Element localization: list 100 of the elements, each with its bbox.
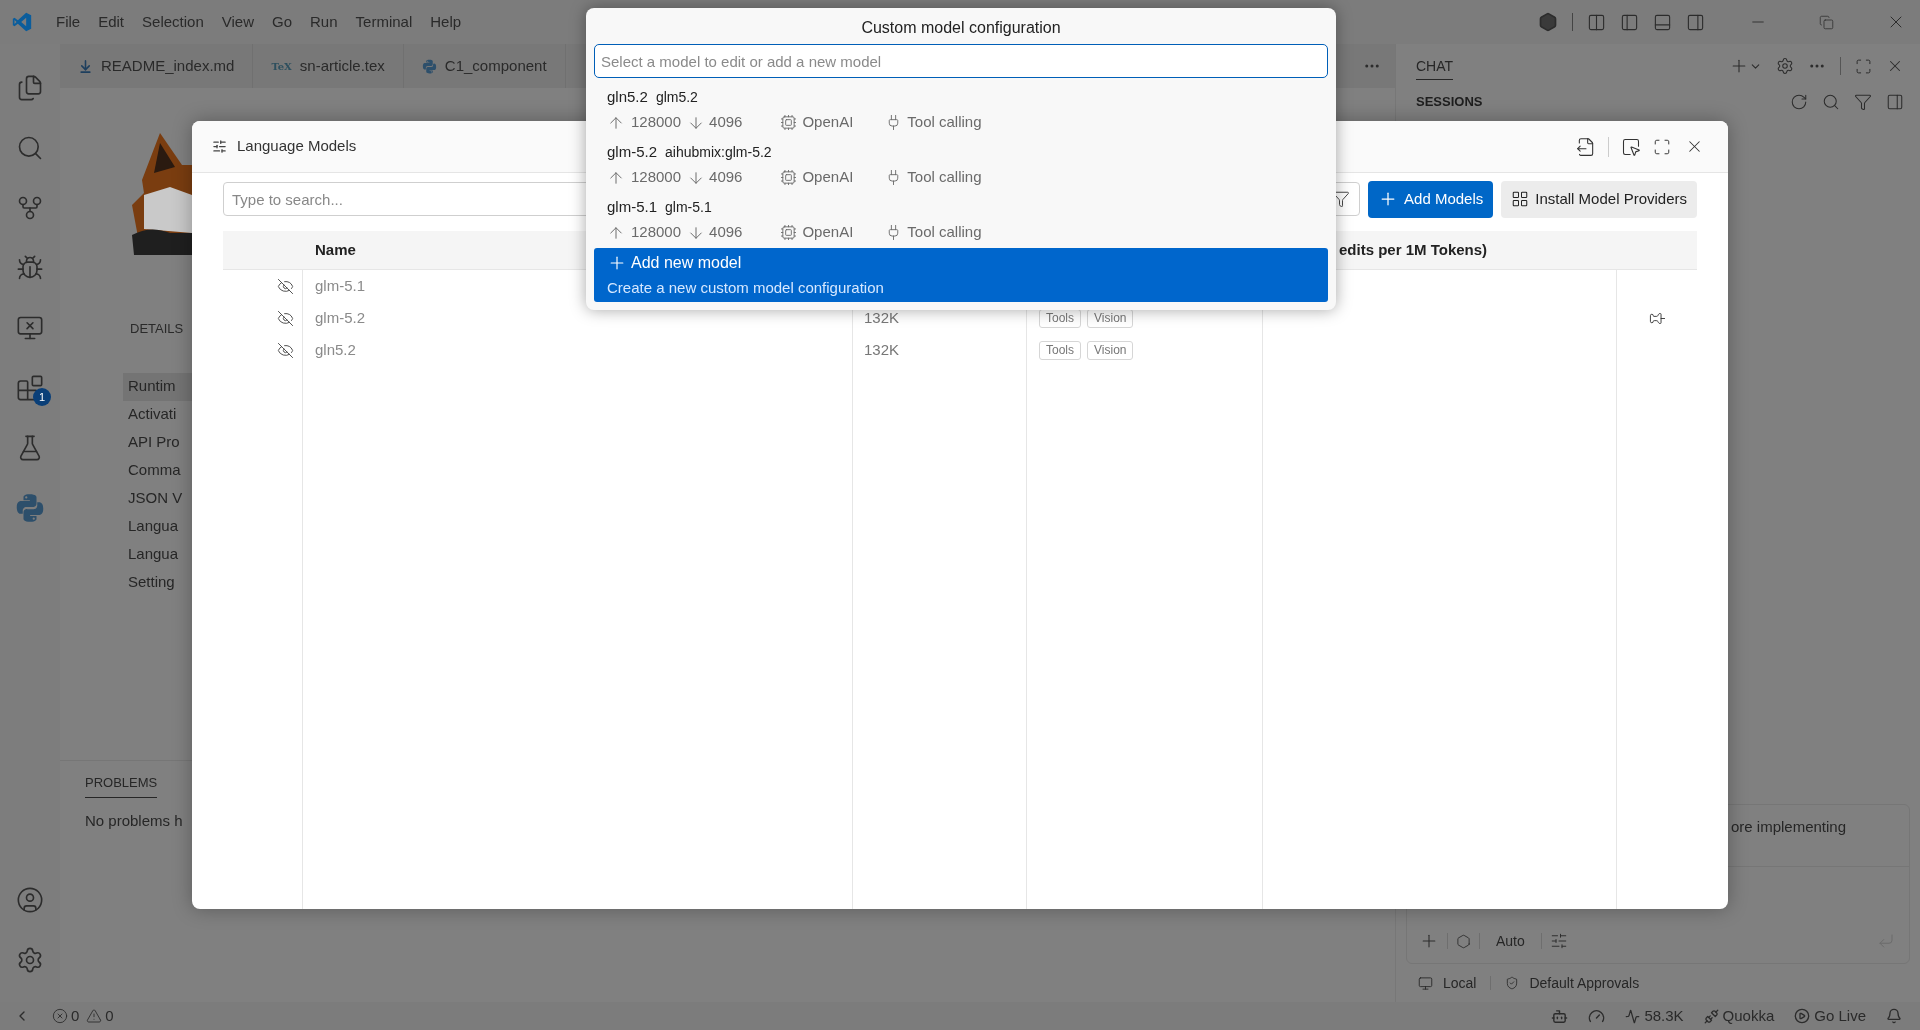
sliders-icon[interactable] [1549, 932, 1568, 950]
column-header[interactable]: edits per 1M Tokens) [1339, 238, 1488, 262]
model-search-field[interactable]: Select a model to edit or add a new model [594, 44, 1328, 78]
model-label: glm-5.2 [607, 142, 658, 163]
model-list-item[interactable]: glm-5.1 glm-5.1 128000 4096 OpenAI Tool calling [594, 193, 1328, 248]
extensions-icon[interactable] [16, 374, 44, 402]
filter-icon[interactable] [1854, 93, 1872, 111]
status-item[interactable]: Quokka [1695, 1004, 1783, 1028]
editor-tab[interactable]: TeX sn-article.tex [253, 44, 404, 88]
pulse-icon [1625, 1008, 1641, 1024]
install-providers-button[interactable]: Install Model Providers [1501, 180, 1697, 218]
model-id: glm-5.1 [665, 198, 712, 217]
output-tokens: 4096 [709, 112, 743, 133]
hexagon-icon[interactable] [1538, 12, 1558, 32]
layout-icon[interactable] [1587, 12, 1606, 32]
capability-label: Tool calling [907, 112, 982, 133]
chip-icon [780, 224, 798, 241]
quick-pick-title: Custom model configuration [860, 18, 1062, 38]
python-icon [421, 58, 437, 74]
output-tokens: 4096 [709, 167, 743, 188]
menu-item[interactable]: Terminal [349, 10, 419, 34]
select-icon[interactable] [1621, 136, 1641, 157]
notification-badge: 1 [33, 388, 51, 406]
tex-icon: TeX [271, 58, 292, 74]
menu-item[interactable]: Go [266, 10, 298, 34]
explorer-icon[interactable] [16, 74, 44, 102]
capability-tag: Vision [1087, 340, 1134, 360]
menu-item[interactable]: Help [424, 10, 468, 34]
capability-tag: Tools [1039, 340, 1081, 360]
settings-icon[interactable] [16, 946, 44, 974]
eye-off-icon[interactable] [277, 341, 294, 359]
settings-icon[interactable] [1776, 57, 1794, 75]
model-id: glm5.2 [655, 88, 698, 107]
chat-footer-item[interactable]: Default Approvals [1505, 972, 1640, 994]
warning-icon [86, 1008, 103, 1024]
search-icon[interactable] [16, 134, 44, 162]
toggle-sidebar-icon[interactable] [1620, 12, 1639, 32]
app-logo-icon [12, 12, 32, 32]
menu-item[interactable]: View [215, 10, 260, 34]
chat-message: ore implementing [1731, 818, 1847, 835]
problems-status[interactable]: 0 0 [52, 1004, 114, 1028]
blocks-icon [1511, 190, 1530, 208]
add-models-button[interactable]: Add Models [1368, 180, 1494, 218]
search-icon[interactable] [1822, 93, 1840, 111]
add-new-model-detail: Create a new custom model configuration [607, 277, 885, 298]
model-list-item[interactable]: glm-5.2 aihubmix:glm-5.2 128000 4096 OpenAI Tool calling [594, 138, 1328, 193]
fullscreen-icon[interactable] [1653, 137, 1671, 156]
maximize-icon[interactable] [1855, 57, 1872, 75]
add-new-model-item[interactable]: Add new model Create a new custom model configuration [594, 248, 1328, 302]
column-header[interactable]: Name [315, 238, 356, 262]
provider-label: OpenAI [802, 112, 854, 133]
play-icon [1794, 1008, 1811, 1024]
python-icon [15, 493, 45, 523]
input-tokens: 128000 [631, 222, 682, 243]
menu-item[interactable]: Run [304, 10, 344, 34]
model-list-item[interactable]: gln5.2 glm5.2 128000 4096 OpenAI Tool calling [594, 83, 1328, 138]
bell-icon[interactable] [1886, 1008, 1902, 1024]
chip-icon [780, 114, 798, 131]
capability-label: Tool calling [907, 222, 982, 243]
sessions-heading: SESSIONS [1416, 93, 1483, 112]
input-tokens: 128000 [631, 167, 682, 188]
editor-tab[interactable]: README_index.md [60, 44, 254, 88]
menu-item[interactable]: Edit [92, 10, 131, 34]
model-label: glm-5.1 [607, 197, 658, 218]
panel-tab[interactable]: PROBLEMS [85, 773, 158, 798]
mode-picker[interactable]: Auto [1488, 930, 1533, 952]
menu-item[interactable]: File [50, 10, 87, 34]
dialog-title: Language Models [237, 136, 357, 157]
eye-off-icon[interactable] [277, 309, 294, 327]
panel-icon[interactable] [1886, 93, 1904, 111]
context-size: 132K [864, 307, 900, 328]
toggle-panel-icon[interactable] [1653, 12, 1672, 32]
sliders-icon [212, 139, 227, 154]
capability-label: Tool calling [907, 167, 982, 188]
chat-tab[interactable]: CHAT [1416, 52, 1454, 80]
status-item[interactable]: Go Live [1786, 1004, 1874, 1028]
status-item[interactable]: 58.3K [1617, 1004, 1692, 1028]
run-debug-icon[interactable] [16, 254, 44, 282]
refresh-icon[interactable] [1790, 93, 1808, 111]
menu-item[interactable]: Selection [136, 10, 210, 34]
remote-explorer-icon[interactable] [16, 314, 44, 342]
add-new-model-label: Add new model [631, 252, 742, 273]
input-tokens: 128000 [631, 112, 682, 133]
toggle-secondary-sidebar-icon[interactable] [1686, 12, 1705, 32]
gauge-icon[interactable] [1588, 1007, 1606, 1025]
source-control-icon[interactable] [16, 194, 44, 222]
output-tokens: 4096 [709, 222, 743, 243]
model-id: aihubmix:glm-5.2 [665, 143, 772, 162]
shield-icon [1505, 976, 1520, 990]
export-icon[interactable] [1576, 136, 1596, 157]
account-icon[interactable] [16, 886, 44, 914]
robot-icon[interactable] [1551, 1007, 1569, 1025]
chip-icon [780, 169, 798, 186]
panel-message: No problems h [85, 810, 184, 831]
eye-off-icon[interactable] [277, 277, 294, 295]
chat-footer-item[interactable]: Local [1418, 972, 1477, 994]
restore-icon[interactable] [1819, 14, 1834, 30]
download-icon [78, 58, 93, 74]
editor-tab[interactable]: C1_component [403, 44, 566, 88]
context-size: 132K [864, 339, 900, 360]
